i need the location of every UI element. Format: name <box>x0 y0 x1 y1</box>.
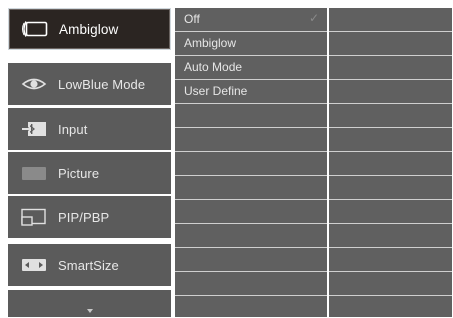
pip-icon <box>20 207 48 227</box>
option-label: User Define <box>184 84 248 98</box>
check-icon: ✓ <box>308 11 319 25</box>
empty-row <box>175 128 327 152</box>
empty-row <box>175 200 327 224</box>
empty-row <box>175 224 327 248</box>
menu-item-picture[interactable]: Picture <box>8 152 171 194</box>
option-off[interactable]: Off ✓ <box>175 8 327 32</box>
input-arrow-icon <box>20 119 48 139</box>
empty-row <box>175 272 327 296</box>
empty-row <box>175 176 327 200</box>
menu-item-pip-pbp[interactable]: PIP/PBP <box>8 196 171 238</box>
value-row <box>329 32 452 56</box>
menu-item-label: Picture <box>58 165 100 181</box>
empty-row <box>175 248 327 272</box>
more-items-button[interactable] <box>8 290 171 317</box>
smartsize-icon <box>20 255 48 275</box>
value-row <box>329 176 452 200</box>
submenu-panel: Off ✓ Ambiglow Auto Mode User Define <box>175 8 327 317</box>
osd-menu: Ambiglow LowBlue Mode Input Picture PIP/… <box>8 8 452 317</box>
main-menu: Ambiglow LowBlue Mode Input Picture PIP/… <box>8 8 171 317</box>
value-row <box>329 128 452 152</box>
option-ambiglow[interactable]: Ambiglow <box>175 32 327 56</box>
menu-item-lowblue[interactable]: LowBlue Mode <box>8 63 171 105</box>
menu-item-label: SmartSize <box>58 257 119 273</box>
value-row <box>329 8 452 32</box>
value-row <box>329 224 452 248</box>
menu-item-label: Ambiglow <box>59 21 119 37</box>
menu-item-smartsize[interactable]: SmartSize <box>8 244 171 286</box>
ambiglow-icon <box>21 19 49 39</box>
eye-icon <box>20 74 48 94</box>
menu-item-label: Input <box>58 121 88 137</box>
value-row <box>329 104 452 128</box>
menu-item-label: LowBlue Mode <box>58 76 146 92</box>
value-row <box>329 80 452 104</box>
menu-item-ambiglow[interactable]: Ambiglow <box>8 8 171 50</box>
value-row <box>329 56 452 80</box>
option-label: Off <box>184 12 200 26</box>
menu-item-input[interactable]: Input <box>8 108 171 150</box>
empty-row <box>175 152 327 176</box>
value-row <box>329 248 452 272</box>
value-row <box>329 200 452 224</box>
value-row <box>329 272 452 296</box>
option-auto-mode[interactable]: Auto Mode <box>175 56 327 80</box>
value-row <box>329 152 452 176</box>
option-user-define[interactable]: User Define <box>175 80 327 104</box>
empty-row <box>175 104 327 128</box>
chevron-down-icon <box>86 308 93 313</box>
option-label: Auto Mode <box>184 60 243 74</box>
menu-item-label: PIP/PBP <box>58 209 110 225</box>
option-label: Ambiglow <box>184 36 237 50</box>
value-panel <box>329 8 452 317</box>
picture-icon <box>20 163 48 183</box>
